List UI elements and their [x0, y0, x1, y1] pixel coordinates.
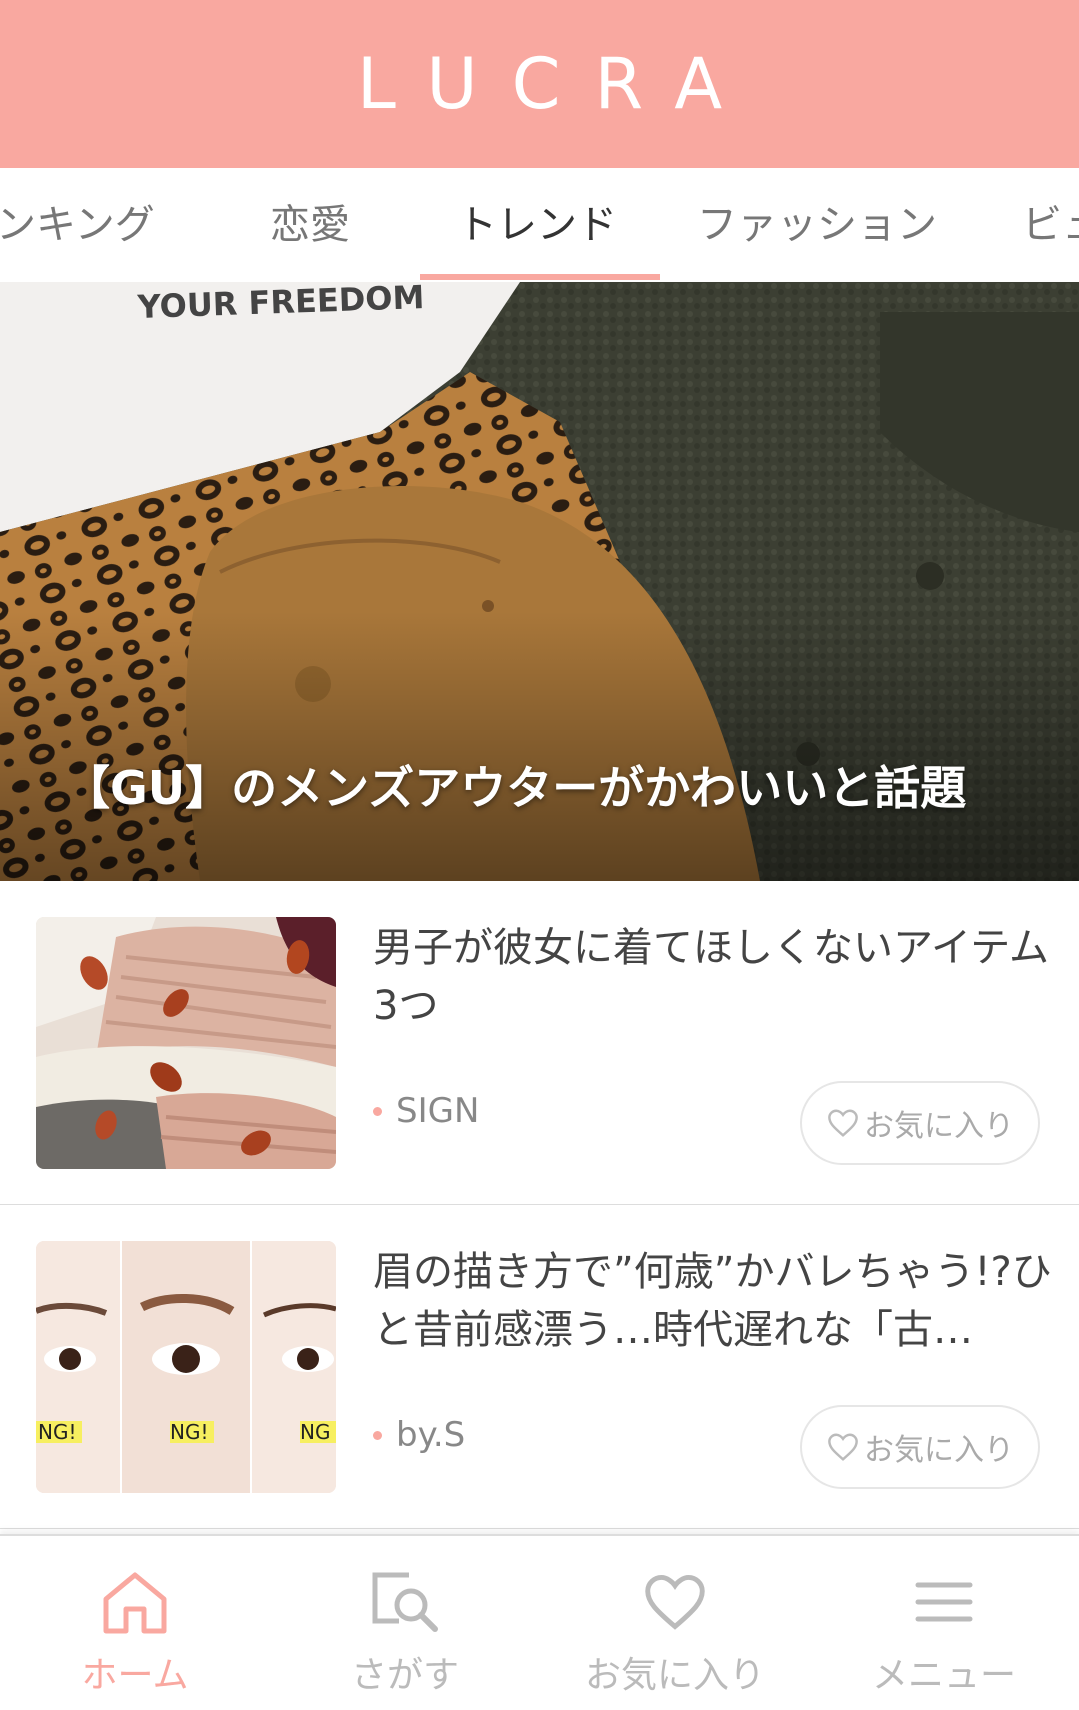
favorite-button[interactable]: お気に入り	[800, 1081, 1040, 1165]
app-header: LUCRA	[0, 0, 1079, 168]
nav-favorites-label: お気に入り	[584, 1655, 765, 1696]
ng-label: NG	[300, 1420, 330, 1444]
source-dot	[373, 1106, 382, 1116]
heart-icon	[828, 1433, 858, 1461]
source-name: by.S	[396, 1415, 466, 1455]
tab-fashion[interactable]: ファッション	[697, 168, 937, 282]
hero-article[interactable]: YOUR FREEDOM 【GU】のメンズアウターがかわいいと話題	[0, 282, 1079, 881]
nav-search-label: さがす	[350, 1655, 459, 1696]
source-name: SIGN	[396, 1091, 480, 1131]
article-thumbnail[interactable]: NG! NG! NG	[36, 1241, 336, 1493]
favorite-button[interactable]: お気に入り	[800, 1405, 1040, 1489]
active-tab-indicator	[420, 274, 660, 280]
tab-trend[interactable]: トレンド	[457, 168, 617, 282]
favorite-label: お気に入り	[864, 1433, 1014, 1468]
nav-menu-label: メニュー	[871, 1655, 1016, 1696]
article-thumbnail[interactable]	[36, 917, 336, 1169]
article-title[interactable]: 男子が彼女に着てほしくないアイテム3つ	[373, 919, 1053, 1035]
search-icon	[372, 1572, 438, 1632]
article-title[interactable]: 眉の描き方で”何歳”かバレちゃう!?ひと昔前感漂う…時代遅れな「古…	[373, 1243, 1053, 1359]
nav-menu[interactable]: メニュー	[809, 1536, 1079, 1710]
nav-favorites[interactable]: お気に入り	[540, 1536, 810, 1710]
article-source: by.S	[373, 1415, 465, 1455]
nav-home[interactable]: ホーム	[0, 1536, 270, 1710]
source-dot	[373, 1430, 382, 1440]
article-card[interactable]: 男子が彼女に着てほしくないアイテム3つ SIGN お気に入り	[0, 881, 1079, 1205]
home-icon	[103, 1572, 167, 1634]
category-tab-bar[interactable]: ンキング 恋愛 トレンド ファッション ビュ	[0, 168, 1079, 283]
article-card[interactable]: NG! NG! NG 眉の描き方で”何歳”かバレちゃう!?ひと昔前感漂う…時代遅…	[0, 1205, 1079, 1529]
ng-label: NG!	[170, 1420, 208, 1444]
tab-ranking[interactable]: ンキング	[0, 168, 155, 282]
nav-home-label: ホーム	[81, 1655, 189, 1696]
bottom-navigation: ホーム さがす お気に入り メニュー	[0, 1534, 1079, 1710]
tab-beauty[interactable]: ビュ	[1022, 168, 1079, 282]
heart-icon	[645, 1574, 705, 1630]
article-source: SIGN	[373, 1091, 479, 1131]
nav-search[interactable]: さがす	[270, 1536, 540, 1710]
hero-title: 【GU】のメンズアウターがかわいいと話題	[64, 761, 967, 815]
heart-icon	[828, 1109, 858, 1137]
tab-love[interactable]: 恋愛	[270, 168, 350, 282]
ng-label: NG!	[38, 1420, 76, 1444]
app-logo[interactable]: LUCRA	[323, 43, 756, 125]
favorite-label: お気に入り	[864, 1109, 1014, 1144]
menu-icon	[915, 1582, 973, 1622]
